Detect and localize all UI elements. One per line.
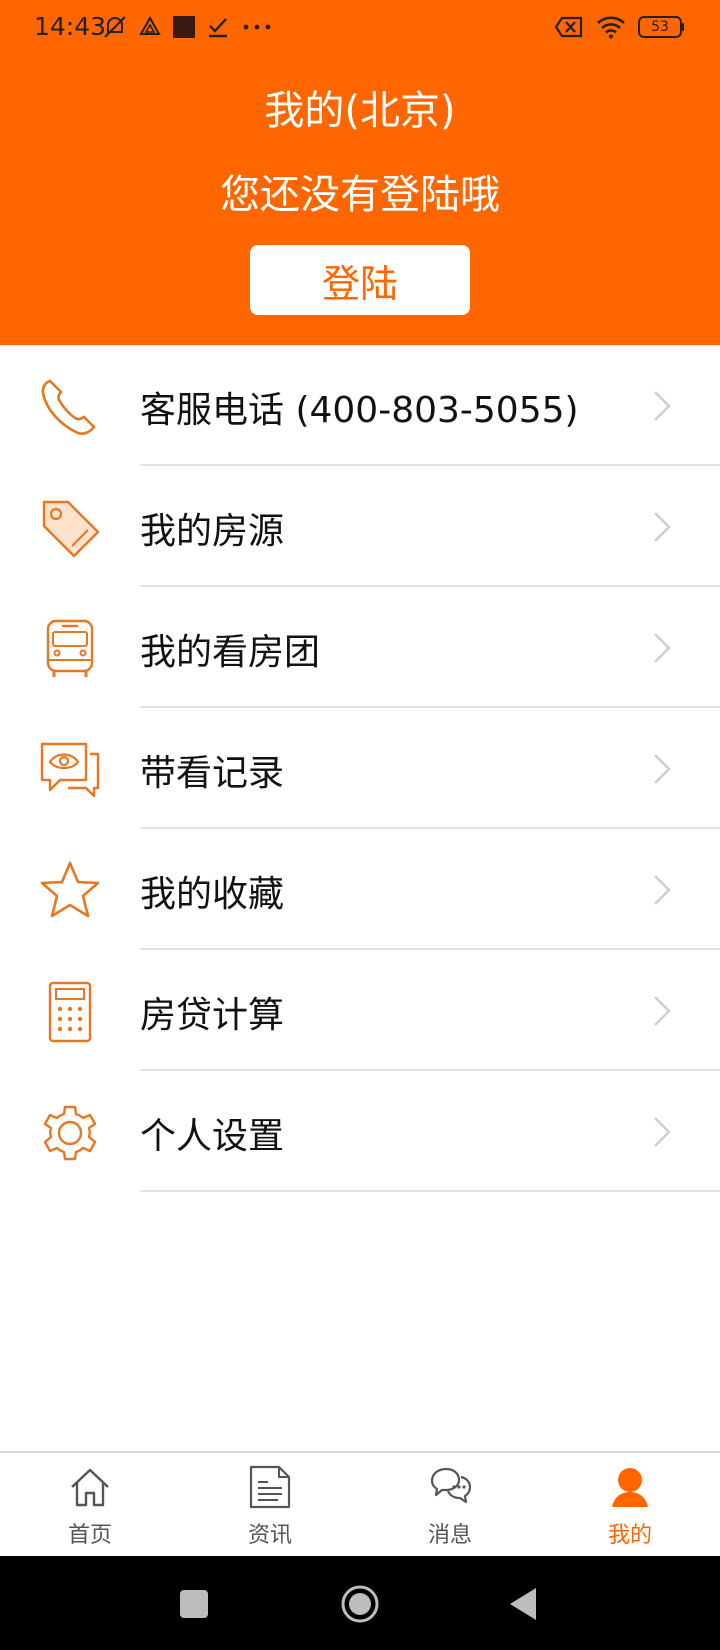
tab-messages[interactable]: 消息	[360, 1453, 540, 1558]
battery-level: 53	[651, 19, 669, 35]
divider	[140, 1190, 720, 1192]
bottom-tab-bar: 首页 资讯 消息 我的	[0, 1451, 720, 1556]
status-time: 14:43	[34, 12, 107, 41]
home-button[interactable]	[340, 1584, 380, 1624]
status-right-icons: 53	[554, 12, 684, 42]
calculator-icon	[48, 981, 92, 1043]
muted-bell-icon	[104, 16, 126, 38]
battery-icon: 53	[638, 16, 684, 38]
wifi-icon	[597, 16, 625, 39]
drive-icon	[139, 15, 161, 35]
chevron-right-icon	[654, 633, 671, 663]
star-icon	[40, 861, 100, 918]
menu-item-label: 客服电话 (400-803-5055)	[140, 390, 579, 431]
menu-item-label: 房贷计算	[140, 995, 285, 1036]
bus-icon	[46, 619, 94, 677]
menu-item-personal-settings[interactable]: 个人设置	[0, 1071, 720, 1192]
news-icon	[249, 1465, 291, 1509]
gear-icon	[43, 1105, 97, 1161]
menu-item-label: 我的看房团	[140, 632, 321, 673]
status-left-icons	[102, 12, 274, 42]
tab-home[interactable]: 首页	[0, 1453, 180, 1558]
menu-item-customer-service[interactable]: 客服电话 (400-803-5055)	[0, 345, 720, 466]
home-icon	[71, 1468, 109, 1507]
eye-chat-icon	[40, 742, 100, 798]
menu-item-label: 我的房源	[140, 511, 285, 552]
chevron-right-icon	[654, 512, 671, 542]
square-icon	[173, 16, 195, 38]
phone-icon	[41, 379, 96, 435]
more-icon	[243, 24, 271, 30]
chat-icon	[430, 1467, 472, 1504]
person-icon	[612, 1468, 648, 1507]
menu-item-favorites[interactable]: 我的收藏	[0, 829, 720, 950]
chevron-right-icon	[654, 996, 671, 1026]
page-title: 我的(北京)	[264, 88, 456, 134]
check-icon	[209, 18, 227, 38]
back-button[interactable]	[506, 1586, 542, 1622]
status-bar: 14:43 53	[0, 0, 720, 54]
menu-list: 客服电话 (400-803-5055) 我的房源 我的看房团 带看记录 我的收藏…	[0, 345, 720, 1192]
chevron-right-icon	[654, 754, 671, 784]
login-prompt: 您还没有登陆哦	[220, 172, 500, 218]
menu-item-my-listings[interactable]: 我的房源	[0, 466, 720, 587]
system-nav-bar	[0, 1556, 720, 1650]
tab-mine[interactable]: 我的	[540, 1453, 720, 1558]
tab-label: 首页	[67, 1523, 112, 1548]
tab-label: 资讯	[247, 1523, 292, 1548]
menu-item-label: 带看记录	[140, 753, 285, 794]
recents-button[interactable]	[176, 1586, 212, 1622]
menu-item-label: 个人设置	[140, 1116, 285, 1157]
login-button[interactable]: 登陆	[250, 245, 470, 315]
menu-item-viewing-records[interactable]: 带看记录	[0, 708, 720, 829]
tab-news[interactable]: 资讯	[180, 1453, 360, 1558]
tab-label: 我的	[607, 1523, 652, 1548]
menu-item-mortgage-calculator[interactable]: 房贷计算	[0, 950, 720, 1071]
tab-label: 消息	[427, 1523, 472, 1548]
menu-item-viewing-group[interactable]: 我的看房团	[0, 587, 720, 708]
menu-item-label: 我的收藏	[140, 874, 285, 915]
header: 14:43 53 我的(北京) 您还没有登陆哦 登陆	[0, 0, 720, 345]
no-sim-icon	[554, 16, 583, 38]
tag-icon	[42, 500, 100, 558]
chevron-right-icon	[654, 875, 671, 905]
chevron-right-icon	[654, 1117, 671, 1147]
chevron-right-icon	[654, 391, 671, 421]
